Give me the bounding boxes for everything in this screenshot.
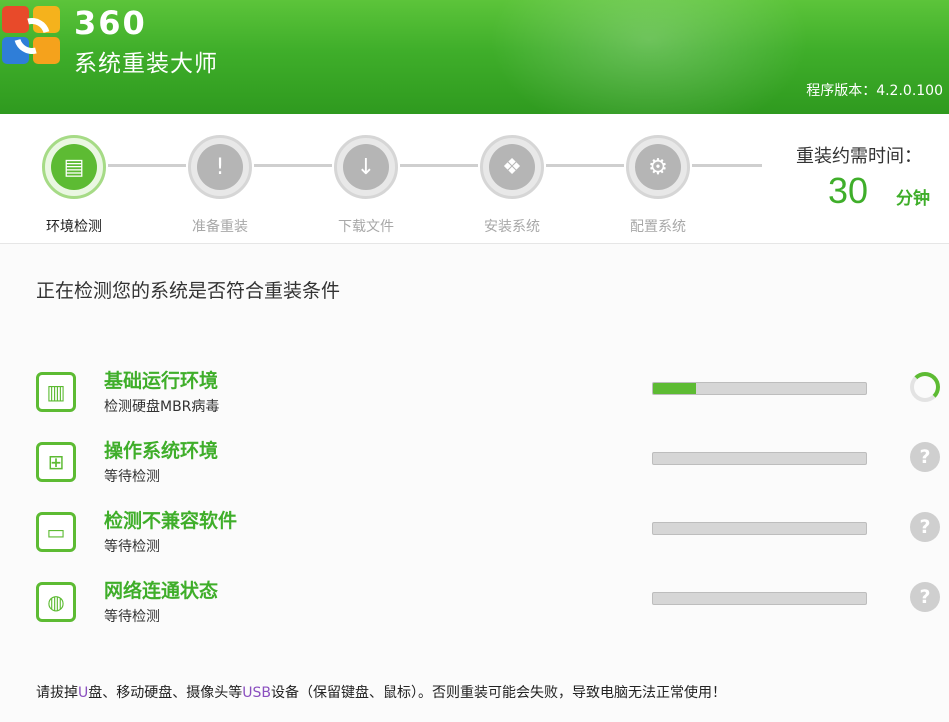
check-item-network: ◍ 网络连通状态 等待检测 ? <box>0 576 949 636</box>
check-title: 基础运行环境 <box>104 370 219 392</box>
note-text: 设备（保留键盘、鼠标）。否则重装可能会失败，导致电脑无法正常使用！ <box>271 685 726 701</box>
step-prepare: ! <box>188 135 252 199</box>
main-panel: 正在检测您的系统是否符合重装条件 ▥ 基础运行环境 检测硬盘MBR病毒 ⊞ 操作… <box>0 244 949 722</box>
note-text: 盘、移动硬盘、摄像头等 <box>88 685 243 701</box>
progress-fill <box>653 383 696 394</box>
app-name-number: 360 <box>74 4 147 42</box>
estimated-time-unit: 分钟 <box>896 189 930 209</box>
step-install: ❖ <box>480 135 544 199</box>
loading-spinner-icon <box>910 372 940 402</box>
computer-icon: ▤ <box>51 144 97 190</box>
step-download: ↓ <box>334 135 398 199</box>
step-label-configure: 配置系统 <box>630 219 686 235</box>
monitor-icon: ▭ <box>36 512 76 552</box>
check-title: 操作系统环境 <box>104 440 219 462</box>
page-title: 正在检测您的系统是否符合重装条件 <box>36 280 341 302</box>
header-glow <box>489 0 809 114</box>
step-configure: ⚙ <box>626 135 690 199</box>
app-header: 360 系统重装大师 程序版本：4.2.0.100 <box>0 0 949 114</box>
install-box-icon: ❖ <box>489 144 535 190</box>
version-label: 程序版本：4.2.0.100 <box>806 83 943 99</box>
step-env-check: ▤ <box>42 135 106 199</box>
question-mark-icon: ? <box>910 442 940 472</box>
step-connector <box>254 164 332 167</box>
globe-icon: ◍ <box>36 582 76 622</box>
progress-steps: ▤ ! ↓ ❖ ⚙ 环境检测 准备重装 下载文件 安装系统 配置系统 重装约需时… <box>0 114 949 244</box>
check-item-basic-env: ▥ 基础运行环境 检测硬盘MBR病毒 <box>0 366 949 426</box>
clipboard-icon: ! <box>197 144 243 190</box>
estimated-time-title: 重装约需时间： <box>796 146 922 167</box>
step-label-install: 安装系统 <box>484 219 540 235</box>
step-connector <box>108 164 186 167</box>
question-mark-icon: ? <box>910 582 940 612</box>
step-connector <box>546 164 624 167</box>
app-logo <box>2 6 62 66</box>
note-highlight: USB <box>242 685 271 701</box>
check-subtitle: 等待检测 <box>104 609 160 625</box>
check-progress-bar <box>652 522 867 535</box>
check-subtitle: 等待检测 <box>104 539 160 555</box>
check-progress-bar <box>652 452 867 465</box>
check-subtitle: 等待检测 <box>104 469 160 485</box>
check-item-os-env: ⊞ 操作系统环境 等待检测 ? <box>0 436 949 496</box>
check-title: 网络连通状态 <box>104 580 219 602</box>
windows-logo-icon: ⊞ <box>36 442 76 482</box>
note-text: 请拔掉 <box>36 685 78 701</box>
question-mark-icon: ? <box>910 512 940 542</box>
step-label-env-check: 环境检测 <box>46 219 102 235</box>
windows-gear-icon: ⚙ <box>635 144 681 190</box>
check-progress-bar <box>652 382 867 395</box>
check-subtitle: 检测硬盘MBR病毒 <box>104 399 220 415</box>
estimated-time-value: 30 <box>828 170 869 211</box>
check-title: 检测不兼容软件 <box>104 510 238 532</box>
app-name-title: 系统重装大师 <box>74 51 218 77</box>
usb-warning-note: 请拔掉U盘、移动硬盘、摄像头等USB设备（保留键盘、鼠标）。否则重装可能会失败，… <box>36 682 726 702</box>
download-icon: ↓ <box>343 144 389 190</box>
step-connector <box>400 164 478 167</box>
step-connector <box>692 164 762 167</box>
check-item-incompatible-software: ▭ 检测不兼容软件 等待检测 ? <box>0 506 949 566</box>
step-label-prepare: 准备重装 <box>192 219 248 235</box>
computer-tower-icon: ▥ <box>36 372 76 412</box>
check-progress-bar <box>652 592 867 605</box>
step-label-download: 下载文件 <box>338 219 394 235</box>
note-highlight: U <box>78 685 89 701</box>
